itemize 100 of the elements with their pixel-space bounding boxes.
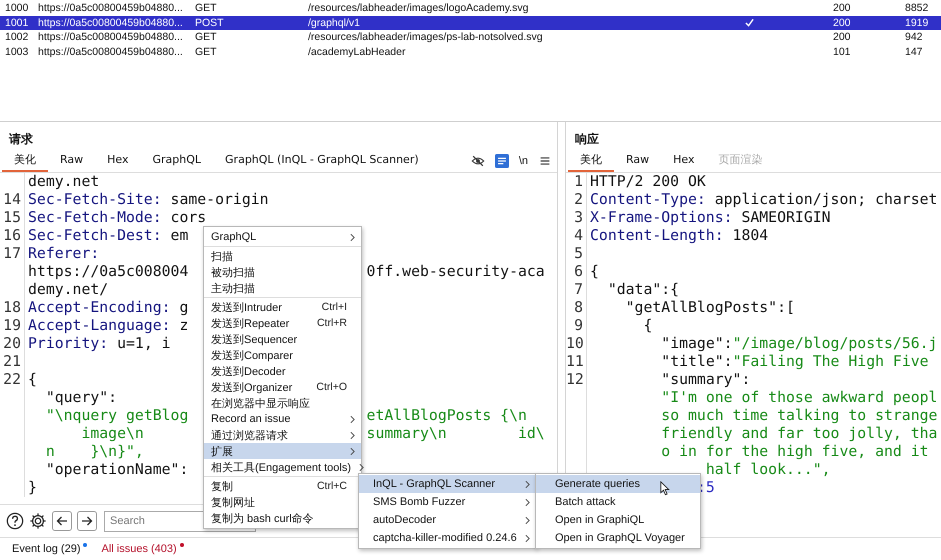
line-number: 15: [3, 209, 21, 226]
code-line: demy.net/: [28, 281, 108, 298]
table-cell-text: 1000: [4, 1, 30, 16]
menu-item[interactable]: 扫描: [204, 248, 361, 264]
table-row[interactable]: 1002 https://0a5c00800459b04880... GET /resources/labheader/images/ps-lab-notsolved.svg 200 942: [0, 30, 941, 44]
table-cell-text: /graphql/v1: [307, 16, 361, 30]
code-line: Sec-Fetch-Mode: cors: [28, 209, 206, 226]
code-line: Referer:: [28, 245, 100, 262]
back-button[interactable]: [52, 511, 72, 531]
line-number: 20: [3, 335, 21, 352]
code-line: https://0a5c008004: [28, 263, 188, 280]
menu-item[interactable]: 发送到Decoder: [204, 363, 361, 379]
code-line: {: [28, 371, 37, 388]
menu-item[interactable]: 被动扫描: [204, 264, 361, 280]
menu-item[interactable]: Batch attack: [536, 493, 700, 511]
line-number: 3: [574, 209, 583, 226]
tab[interactable]: GraphQL (InQL - GraphQL Scanner): [213, 150, 431, 172]
code-line: Sec-Fetch-Site: same-origin: [28, 191, 269, 208]
left-arrow-icon: [56, 515, 68, 527]
tab[interactable]: Raw: [48, 150, 96, 172]
table-cell-text: https://0a5c00800459b04880...: [37, 44, 184, 59]
tab[interactable]: GraphQL: [140, 150, 214, 172]
tab[interactable]: Raw: [614, 150, 662, 172]
menu-item[interactable]: captcha-killer-modified 0.24.6: [359, 529, 536, 547]
code-line: HTTP/2 200 OK: [590, 173, 706, 190]
menu-item[interactable]: Open in GraphQL Voyager: [536, 529, 700, 547]
right-arrow-icon: [81, 515, 93, 527]
menu-item[interactable]: Record an issue: [204, 411, 361, 427]
line-number: 10: [566, 335, 584, 352]
code-line: Accept-Language: z: [28, 317, 188, 334]
panel-title: 请求: [8, 131, 33, 148]
menu-item[interactable]: Open in GraphiQL: [536, 511, 700, 529]
line-number: 18: [3, 299, 21, 316]
status-link[interactable]: All issues (403): [101, 543, 177, 555]
menu-item[interactable]: 复制网址: [204, 494, 361, 510]
menu-item[interactable]: GraphQL: [204, 229, 361, 245]
settings-icon[interactable]: [29, 512, 47, 530]
newline-toggle[interactable]: \n: [518, 155, 528, 167]
code-line: "query":: [46, 389, 118, 406]
table-cell-text: 147: [904, 44, 924, 59]
table-cell-text: 1919: [904, 16, 930, 30]
code-line: "data":{: [608, 281, 680, 298]
help-icon[interactable]: [6, 512, 24, 530]
code-line: so much time talking to strange: [661, 407, 938, 424]
code-line: Sec-Fetch-Dest: em: [28, 227, 188, 244]
menu-item[interactable]: 相关工具(Engagement tools): [204, 459, 361, 475]
forward-button[interactable]: [77, 511, 97, 531]
table-row[interactable]: 1000 https://0a5c00800459b04880... GET /resources/labheader/images/logoAcademy.svg 200 8852: [0, 1, 941, 16]
code-line: "image":"/image/blog/posts/56.j: [661, 335, 938, 352]
line-number: 17: [3, 245, 21, 262]
code-line: summary\n id\: [366, 425, 545, 442]
menu-item[interactable]: Generate queries: [536, 475, 700, 493]
line-number: 22: [3, 371, 21, 388]
table-cell-text: https://0a5c00800459b04880...: [37, 1, 184, 16]
table-cell-text: https://0a5c00800459b04880...: [37, 16, 184, 30]
status-link[interactable]: Event log (29): [12, 543, 80, 555]
tab[interactable]: 美化: [568, 150, 614, 172]
table-cell-text: https://0a5c00800459b04880...: [37, 30, 184, 44]
menu-item[interactable]: 在浏览器中显示响应: [204, 395, 361, 411]
table-row[interactable]: 1003 https://0a5c00800459b04880... GET /academyLabHeader 101 147: [0, 44, 941, 59]
line-number: 2: [574, 191, 583, 208]
menu-item[interactable]: InQL - GraphQL Scanner: [359, 475, 536, 493]
menu-item[interactable]: 扩展: [204, 443, 361, 459]
line-number: 4: [574, 227, 583, 244]
code-line: Content-Length: 1804: [590, 227, 768, 244]
table-row[interactable]: 1001 https://0a5c00800459b04880... POST /graphql/v1 200 1919: [0, 16, 941, 30]
table-cell-text: 1003: [4, 44, 30, 59]
wrap-lines-icon[interactable]: [494, 154, 509, 168]
menu-item[interactable]: 发送到Intruder Ctrl+I: [204, 299, 361, 315]
table-cell-text: /resources/labheader/images/logoAcademy.svg: [307, 1, 530, 16]
code-line: image\n: [81, 425, 144, 442]
code-line: }: [28, 479, 37, 496]
table-cell-text: 1002: [4, 30, 30, 44]
table-cell-text: /academyLabHeader: [307, 44, 406, 59]
menu-item[interactable]: 发送到Comparer: [204, 347, 361, 363]
table-cell-text: GET: [194, 1, 218, 16]
menu-item[interactable]: 复制 Ctrl+C: [204, 478, 361, 494]
eye-slash-icon[interactable]: [470, 154, 485, 168]
tab[interactable]: Hex: [661, 150, 706, 172]
line-number: 11: [566, 353, 584, 370]
menu-item[interactable]: 主动扫描: [204, 280, 361, 296]
code-line: "I'm one of those awkward peopl: [661, 389, 938, 406]
menu-item[interactable]: 发送到Repeater Ctrl+R: [204, 315, 361, 331]
tab[interactable]: Hex: [95, 150, 140, 172]
line-number: 7: [574, 281, 583, 298]
menu-item[interactable]: SMS Bomb Fuzzer: [359, 493, 536, 511]
menu-item[interactable]: autoDecoder: [359, 511, 536, 529]
table-cell-text: 200: [832, 16, 852, 30]
menu-item[interactable]: 发送到Organizer Ctrl+O: [204, 379, 361, 395]
table-cell-text: 8852: [904, 1, 930, 16]
table-cell-text: 200: [832, 1, 852, 16]
table-cell-text: POST: [194, 16, 225, 30]
line-number: 19: [3, 317, 21, 334]
menu-item[interactable]: 通过浏览器请求: [204, 427, 361, 443]
table-cell-text: GET: [194, 30, 218, 44]
line-number: 16: [3, 227, 21, 244]
menu-item[interactable]: 发送到Sequencer: [204, 331, 361, 347]
table-cell-text: /resources/labheader/images/ps-lab-notsolved.svg: [307, 30, 544, 44]
line-number: 6: [574, 263, 583, 280]
tab[interactable]: 美化: [2, 150, 48, 172]
